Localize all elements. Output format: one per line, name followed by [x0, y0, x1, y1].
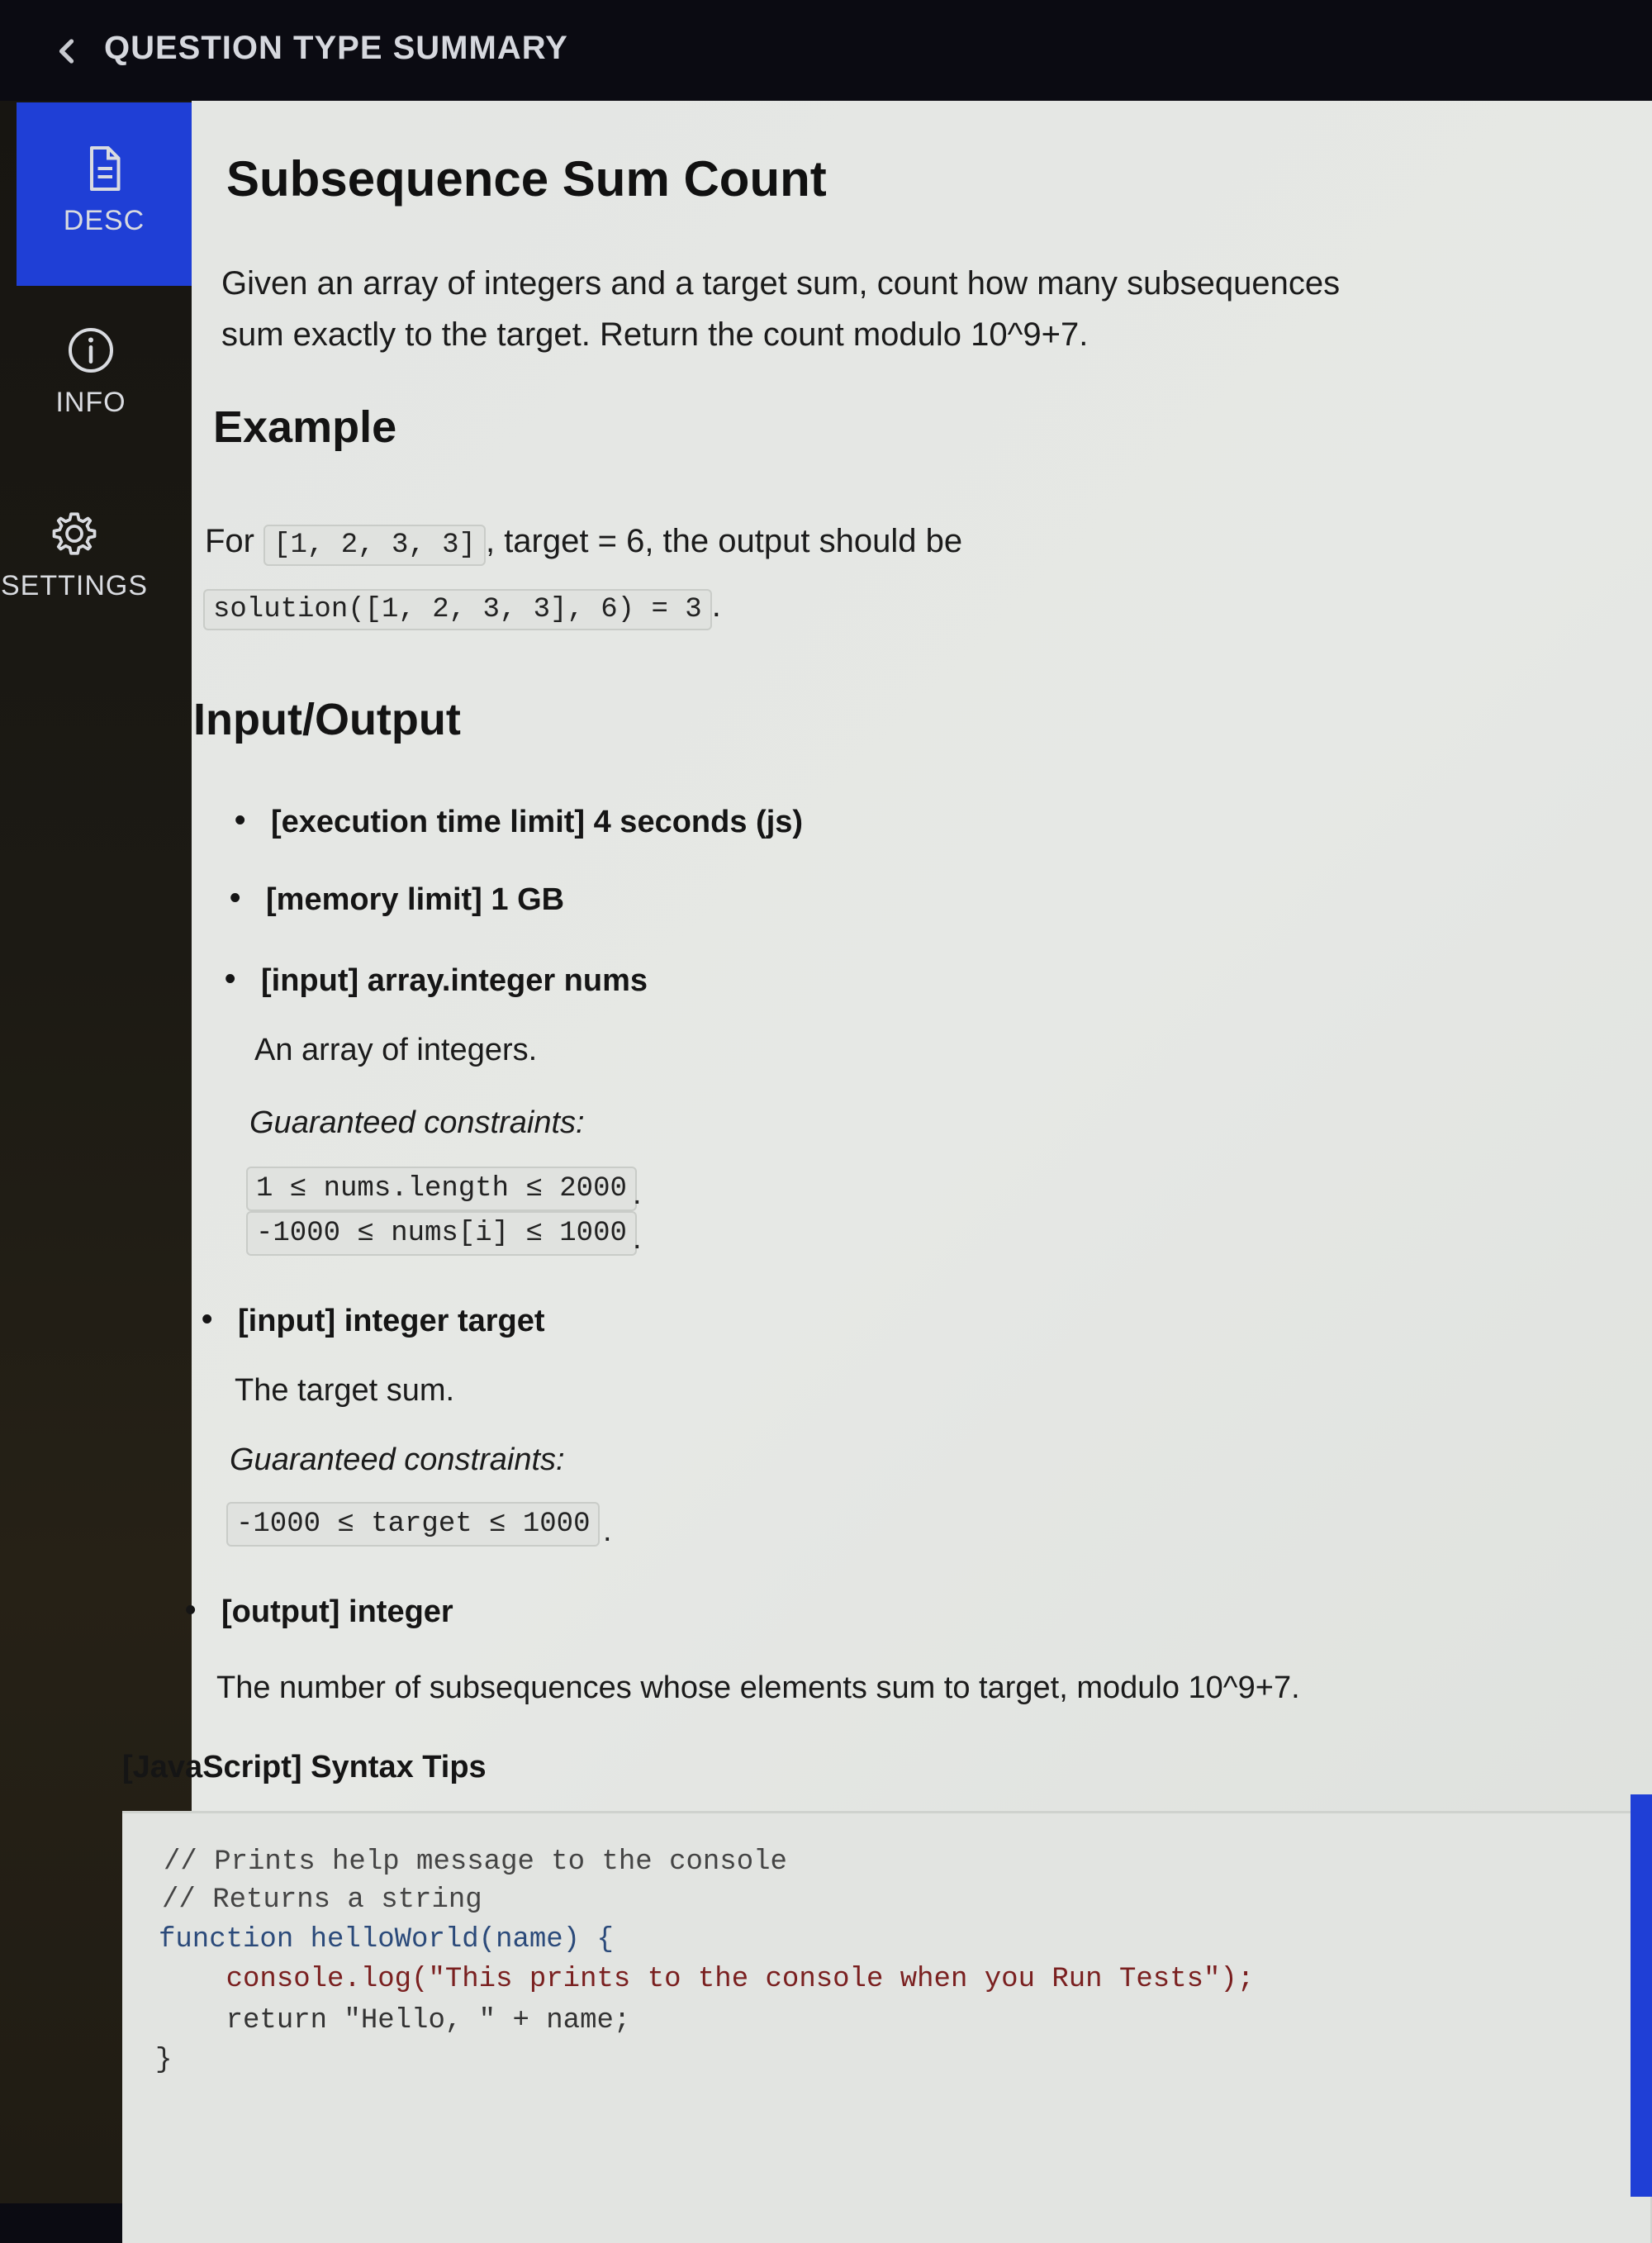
- example-heading: Example: [213, 402, 397, 452]
- sidebar-item-desc[interactable]: DESC: [17, 102, 192, 286]
- input-target-constraints-label: Guaranteed constraints:: [230, 1442, 565, 1477]
- constraint-nums-length: 1 ≤ nums.length ≤ 2000: [246, 1167, 637, 1211]
- constraint-period: .: [633, 1221, 642, 1256]
- memory-limit-item: [memory limit] 1 GB: [230, 881, 564, 918]
- code-line: return "Hello, " + name;: [159, 2005, 631, 2036]
- example-for: For: [205, 523, 254, 559]
- sidebar-item-label: DESC: [63, 205, 145, 236]
- code-line: // Returns a string: [162, 1884, 482, 1916]
- example-solution: solution([1, 2, 3, 3], 6) = 3: [203, 589, 712, 630]
- example-text: For [1, 2, 3, 3], target = 6, the output…: [205, 516, 962, 571]
- constraint-target-range: -1000 ≤ target ≤ 1000: [226, 1502, 601, 1547]
- chevron-left-icon[interactable]: [53, 36, 83, 66]
- description-panel: Subsequence Sum Count Given an array of …: [122, 101, 1652, 2243]
- input-nums-desc: An array of integers.: [254, 1033, 538, 1067]
- constraint-nums-values: -1000 ≤ nums[i] ≤ 1000: [246, 1211, 637, 1256]
- constraint-period: .: [603, 1514, 612, 1548]
- document-icon: [90, 146, 121, 191]
- scroll-edge: [1631, 1794, 1652, 2197]
- sidebar-item-label: SETTINGS: [0, 570, 149, 601]
- input-target-item: [input] integer target: [202, 1302, 544, 1339]
- gear-icon: [52, 512, 97, 555]
- sidebar-item-settings[interactable]: SETTINGS: [0, 509, 162, 602]
- input-target-desc: The target sum.: [235, 1373, 455, 1408]
- sidebar-item-info[interactable]: INFO: [3, 326, 178, 419]
- code-line: }: [155, 2045, 173, 2076]
- sidebar-item-label: INFO: [55, 387, 126, 418]
- code-line: function helloWorld(name) {: [159, 1924, 614, 1955]
- example-solution-line: solution([1, 2, 3, 3], 6) = 3.: [203, 580, 721, 635]
- io-heading: Input/Output: [193, 695, 461, 744]
- info-icon: [69, 328, 113, 373]
- syntax-tips-code-block: // Prints help message to the console //…: [122, 1811, 1652, 2243]
- example-target: , target = 6, the output should be: [485, 523, 963, 559]
- page-title: QUESTION TYPE SUMMARY: [104, 30, 568, 66]
- problem-title: Subsequence Sum Count: [226, 151, 827, 207]
- constraint-period: .: [633, 1176, 642, 1211]
- description-line: sum exactly to the target. Return the co…: [221, 316, 1089, 353]
- input-nums-constraints-label: Guaranteed constraints:: [249, 1105, 585, 1140]
- top-bar: QUESTION TYPE SUMMARY: [0, 0, 1652, 101]
- output-item: [output] integer: [185, 1593, 453, 1630]
- description-line: Given an array of integers and a target …: [221, 265, 1341, 302]
- example-array: [1, 2, 3, 3]: [263, 525, 486, 566]
- syntax-tips-title: [JavaScript] Syntax Tips: [122, 1750, 487, 1784]
- code-line: console.log("This prints to the console …: [159, 1964, 1255, 1995]
- problem-description: Given an array of integers and a target …: [221, 258, 1340, 360]
- input-nums-item: [input] array.integer nums: [225, 962, 648, 999]
- output-desc: The number of subsequences whose element…: [216, 1670, 1300, 1705]
- time-limit-item: [execution time limit] 4 seconds (js): [235, 803, 803, 840]
- code-line: // Prints help message to the console: [164, 1846, 787, 1878]
